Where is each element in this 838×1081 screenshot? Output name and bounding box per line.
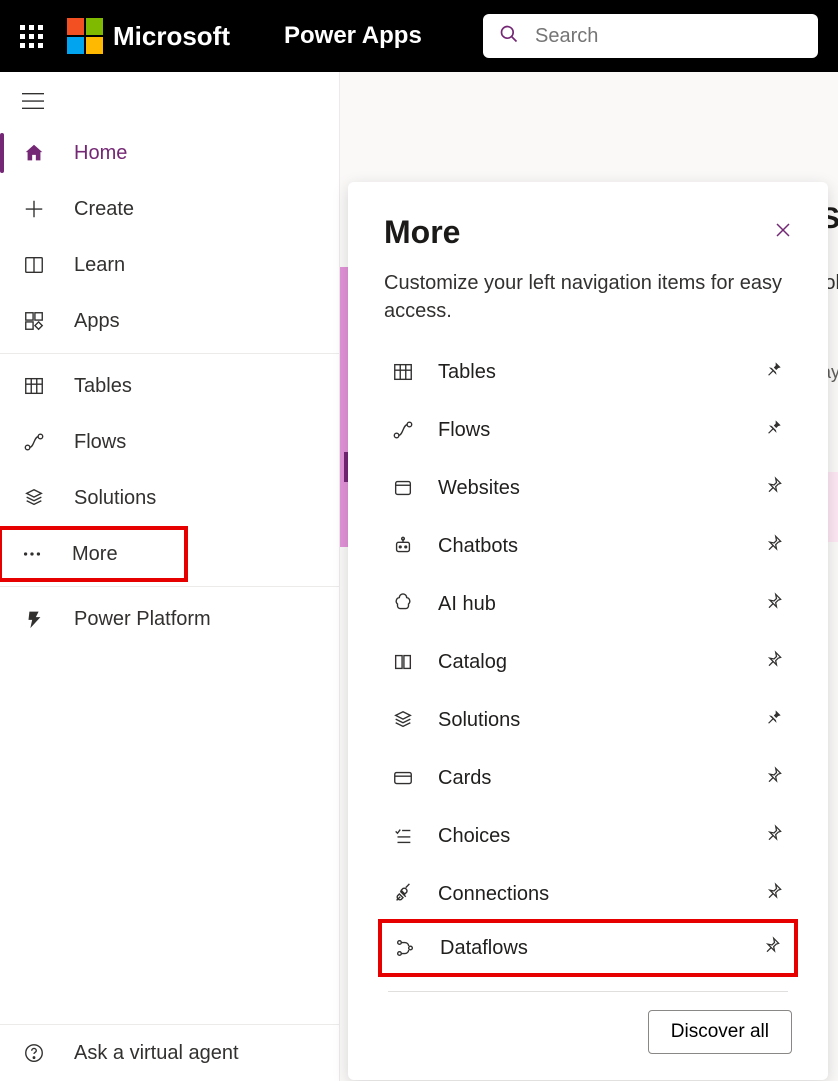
nav-learn[interactable]: Learn <box>0 237 339 293</box>
item-label: Chatbots <box>438 535 518 558</box>
ai-hub-icon <box>390 593 416 615</box>
pin-icon[interactable] <box>764 533 786 559</box>
more-item-ai-hub[interactable]: AI hub <box>384 575 792 633</box>
nav-label: Tables <box>74 375 132 398</box>
nav-flows[interactable]: Flows <box>0 414 339 470</box>
popover-subtitle: Customize your left navigation items for… <box>384 269 792 325</box>
more-item-flows[interactable]: Flows <box>384 401 792 459</box>
home-icon <box>22 141 46 165</box>
item-label: Catalog <box>438 651 507 674</box>
more-popover: More Customize your left navigation item… <box>348 182 828 1080</box>
apps-icon <box>22 309 46 333</box>
more-icon <box>20 542 44 566</box>
more-item-choices[interactable]: Choices <box>384 807 792 865</box>
book-icon <box>22 253 46 277</box>
nav-label: Home <box>74 142 127 165</box>
pin-icon[interactable] <box>764 591 786 617</box>
pin-icon[interactable] <box>762 935 784 961</box>
microsoft-logo: Microsoft <box>67 18 230 54</box>
choices-icon <box>390 825 416 847</box>
ask-virtual-agent[interactable]: Ask a virtual agent <box>0 1025 339 1081</box>
nav-label: More <box>72 543 118 566</box>
collapse-nav-button[interactable] <box>0 72 339 125</box>
solutions-icon <box>390 709 416 731</box>
unpin-icon[interactable] <box>764 417 786 443</box>
popover-title: More <box>384 214 460 251</box>
nav-create[interactable]: Create <box>0 181 339 237</box>
nav-solutions[interactable]: Solutions <box>0 470 339 526</box>
decorative-strip <box>340 267 348 547</box>
table-icon <box>390 361 416 383</box>
connections-icon <box>390 883 416 905</box>
nav-label: Learn <box>74 254 125 277</box>
pin-icon[interactable] <box>764 649 786 675</box>
nav-power-platform[interactable]: Power Platform <box>0 591 339 647</box>
pin-icon[interactable] <box>764 475 786 501</box>
close-button[interactable] <box>774 221 792 245</box>
app-title: Power Apps <box>284 22 422 50</box>
item-label: Solutions <box>438 709 520 732</box>
more-item-dataflows[interactable]: Dataflows <box>392 935 784 961</box>
app-header: Microsoft Power Apps <box>0 0 838 72</box>
more-item-websites[interactable]: Websites <box>384 459 792 517</box>
search-icon <box>499 24 519 49</box>
microsoft-wordmark: Microsoft <box>113 21 230 52</box>
more-item-connections[interactable]: Connections <box>384 865 792 923</box>
power-platform-icon <box>22 607 46 631</box>
nav-apps[interactable]: Apps <box>0 293 339 349</box>
microsoft-logo-squares <box>67 18 103 54</box>
item-label: Tables <box>438 361 496 384</box>
search-input[interactable] <box>533 24 802 49</box>
item-label: Choices <box>438 825 510 848</box>
nav-label: Power Platform <box>74 608 211 631</box>
more-item-cards[interactable]: Cards <box>384 749 792 807</box>
pin-icon[interactable] <box>764 881 786 907</box>
item-label: Flows <box>438 419 490 442</box>
more-item-tables[interactable]: Tables <box>384 343 792 401</box>
nav-divider <box>0 353 339 354</box>
item-label: Dataflows <box>440 937 528 960</box>
more-item-chatbots[interactable]: Chatbots <box>384 517 792 575</box>
flow-icon <box>390 419 416 441</box>
item-label: Connections <box>438 883 549 906</box>
popover-list: Tables Flows Websites <box>384 343 792 977</box>
nav-label: Solutions <box>74 487 156 510</box>
nav-label: Flows <box>74 431 126 454</box>
unpin-icon[interactable] <box>764 707 786 733</box>
nav-divider <box>0 586 339 587</box>
pin-icon[interactable] <box>764 765 786 791</box>
search-box[interactable] <box>483 14 818 58</box>
help-icon <box>22 1041 46 1065</box>
flow-icon <box>22 430 46 454</box>
nav-label: Apps <box>74 310 120 333</box>
unpin-icon[interactable] <box>764 359 786 385</box>
item-label: Cards <box>438 767 491 790</box>
catalog-icon <box>390 651 416 673</box>
plus-icon <box>22 197 46 221</box>
discover-all-button[interactable]: Discover all <box>648 1010 792 1054</box>
more-item-solutions[interactable]: Solutions <box>384 691 792 749</box>
table-icon <box>22 374 46 398</box>
item-label: Websites <box>438 477 520 500</box>
more-item-catalog[interactable]: Catalog <box>384 633 792 691</box>
nav-label: Create <box>74 198 134 221</box>
nav-label: Ask a virtual agent <box>74 1042 239 1065</box>
nav-home[interactable]: Home <box>0 125 339 181</box>
dataflows-icon <box>392 937 418 959</box>
solutions-icon <box>22 486 46 510</box>
website-icon <box>390 477 416 499</box>
popover-divider <box>388 991 788 992</box>
nav-more[interactable]: More <box>2 530 184 578</box>
pin-icon[interactable] <box>764 823 786 849</box>
chatbot-icon <box>390 535 416 557</box>
item-label: AI hub <box>438 593 496 616</box>
card-icon <box>390 767 416 789</box>
nav-tables[interactable]: Tables <box>0 358 339 414</box>
app-launcher-icon[interactable] <box>20 25 43 48</box>
left-nav: Home Create Learn Apps Tables <box>0 72 340 1081</box>
